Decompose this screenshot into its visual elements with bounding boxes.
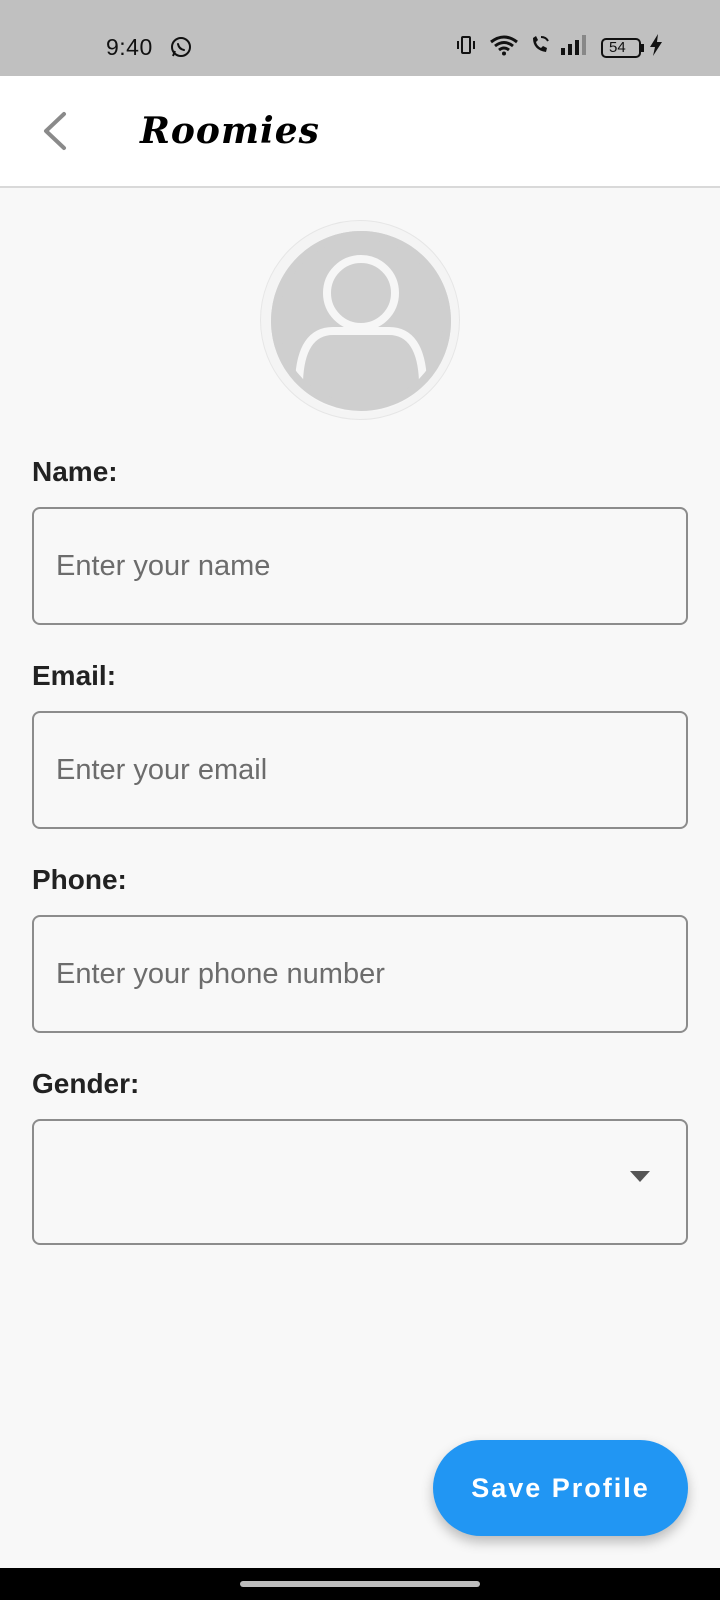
signal-icon (561, 35, 587, 60)
status-time: 9:40 (106, 34, 153, 60)
gender-label: Gender: (32, 1068, 140, 1099)
battery-icon: 54 (601, 37, 645, 59)
name-field[interactable] (32, 507, 688, 625)
email-field[interactable] (32, 711, 688, 829)
status-icons: 54 (455, 34, 663, 61)
system-nav-bar (0, 1568, 720, 1600)
person-icon (271, 231, 451, 411)
gender-dropdown[interactable] (32, 1119, 688, 1245)
app-bar: Roomies (0, 76, 720, 188)
back-button[interactable] (30, 104, 84, 158)
status-bar: 9:40 54 (0, 0, 720, 76)
profile-avatar[interactable] (260, 220, 460, 420)
email-input[interactable] (56, 713, 656, 827)
save-profile-button[interactable]: Save Profile (433, 1440, 688, 1536)
app-title: Roomies (140, 110, 320, 152)
email-label: Email: (32, 660, 117, 691)
wifi-call-icon (529, 34, 551, 61)
wifi-icon (489, 34, 519, 61)
phone-field[interactable] (32, 915, 688, 1033)
phone-input[interactable] (56, 917, 656, 1031)
vibrate-icon (455, 34, 477, 61)
caret-down-icon (630, 1171, 650, 1182)
whatsapp-icon (170, 36, 192, 63)
phone-label: Phone: (32, 864, 127, 895)
home-gesture-handle[interactable] (240, 1581, 480, 1587)
battery-level: 54 (609, 38, 626, 56)
charging-icon (649, 34, 663, 61)
name-label: Name: (32, 456, 118, 487)
chevron-left-icon (44, 112, 66, 150)
name-input[interactable] (56, 509, 656, 623)
